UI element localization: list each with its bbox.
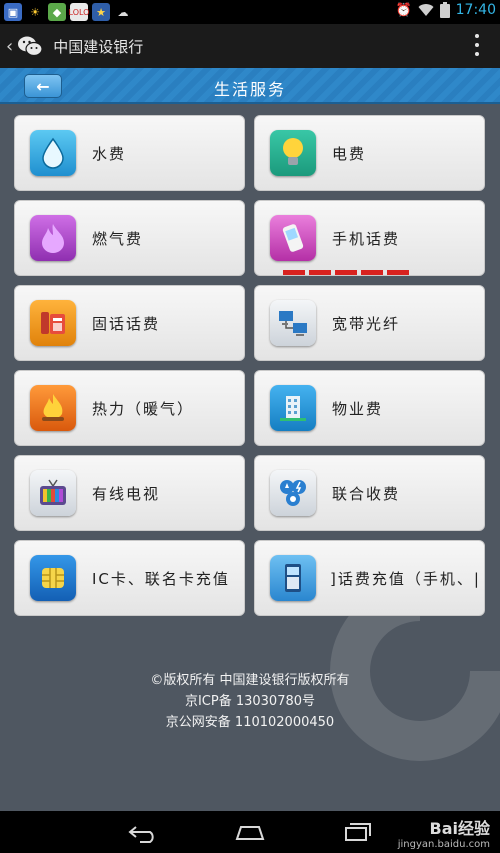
service-label: 联合收费 <box>332 484 401 503</box>
service-tile-gas[interactable]: 燃气费 <box>14 200 245 276</box>
phone-recharge-icon <box>270 555 316 601</box>
service-label: 热力（暖气） <box>92 399 195 418</box>
service-tile-cable-tv[interactable]: 有线电视 <box>14 455 245 531</box>
service-label: 手机话费 <box>332 229 401 248</box>
app-icon: ◆ <box>48 3 66 21</box>
overflow-menu-icon[interactable] <box>474 34 480 56</box>
service-grid: 水费 电费 燃气费 手机话费 固话话费 宽带光纤 热力（暖气） 物业费 有线电视… <box>14 115 486 616</box>
landline-phone-icon <box>30 300 76 346</box>
service-label: 有线电视 <box>92 484 161 503</box>
service-tile-combined[interactable]: 联合收费 <box>254 455 485 531</box>
app-bar-title: 中国建设银行 <box>53 37 144 56</box>
service-tile-ic-card[interactable]: IC卡、联名卡充值 <box>14 540 245 616</box>
service-tile-water[interactable]: 水费 <box>14 115 245 191</box>
page-header: ← 生活服务 <box>0 68 500 104</box>
notification-app-icon: ▣ <box>4 3 22 21</box>
navigation-bar: Bai经验 jingyan.baidu.com <box>0 811 500 853</box>
service-label: IC卡、联名卡充值 <box>92 569 230 588</box>
back-chevron-icon[interactable]: ‹ <box>6 36 13 57</box>
fire-icon <box>30 385 76 431</box>
wifi-icon <box>418 4 434 17</box>
light-bulb-icon <box>270 130 316 176</box>
recent-apps-icon[interactable] <box>340 821 374 843</box>
service-label: 水费 <box>92 144 127 163</box>
status-bar: ▣ ☀ ◆ LOLO ★ ☁ ⏰ 17:40 <box>0 0 500 24</box>
cat-icon: ☁ <box>117 5 129 19</box>
baidu-brand: Bai经验 <box>429 819 490 838</box>
lolo-icon: LOLO <box>69 3 89 21</box>
building-icon <box>270 385 316 431</box>
gas-flame-icon <box>30 215 76 261</box>
copyright-text: ©版权所有 中国建设银行版权所有 <box>150 673 350 688</box>
highlight-underline <box>283 270 411 275</box>
service-tile-electricity[interactable]: 电费 <box>254 115 485 191</box>
baidu-url: jingyan.baidu.com <box>397 839 490 850</box>
star-icon: ★ <box>92 3 110 21</box>
service-label: ]话费充值（手机、| <box>330 569 481 588</box>
clock: 17:40 <box>455 2 496 18</box>
service-label: 物业费 <box>332 399 384 418</box>
service-tile-landline[interactable]: 固话话费 <box>14 285 245 361</box>
service-label: 电费 <box>332 144 367 163</box>
service-tile-mobile[interactable]: 手机话费 <box>254 200 485 276</box>
app-bar: ‹ 中国建设银行 <box>0 24 500 68</box>
battery-icon <box>439 2 450 18</box>
sun-icon: ☀ <box>30 5 40 19</box>
footer: ©版权所有 中国建设银行版权所有 京ICP备 13030780号 京公网安备 1… <box>0 670 500 733</box>
service-tile-phone-recharge[interactable]: ]话费充值（手机、| <box>254 540 485 616</box>
home-icon[interactable] <box>233 821 267 843</box>
service-label: 燃气费 <box>92 229 144 248</box>
service-tile-heating[interactable]: 热力（暖气） <box>14 370 245 446</box>
back-icon[interactable] <box>126 821 160 843</box>
page-title: 生活服务 <box>213 80 286 99</box>
services-panel: 水费 电费 燃气费 手机话费 固话话费 宽带光纤 热力（暖气） 物业费 有线电视… <box>0 104 500 811</box>
water-drop-icon <box>30 130 76 176</box>
chip-card-icon <box>30 555 76 601</box>
security-text: 京公网安备 110102000450 <box>165 715 335 730</box>
utilities-icon <box>270 470 316 516</box>
service-label: 宽带光纤 <box>332 314 401 333</box>
tv-icon <box>30 470 76 516</box>
mobile-phone-icon <box>270 215 316 261</box>
service-tile-broadband[interactable]: 宽带光纤 <box>254 285 485 361</box>
alarm-icon: ⏰ <box>395 2 412 18</box>
baidu-watermark: Bai经验 jingyan.baidu.com <box>398 815 490 850</box>
icp-text: 京ICP备 13030780号 <box>184 694 316 709</box>
wechat-icon[interactable] <box>17 35 43 57</box>
service-label: 固话话费 <box>92 314 161 333</box>
network-computers-icon <box>270 300 316 346</box>
service-tile-property[interactable]: 物业费 <box>254 370 485 446</box>
